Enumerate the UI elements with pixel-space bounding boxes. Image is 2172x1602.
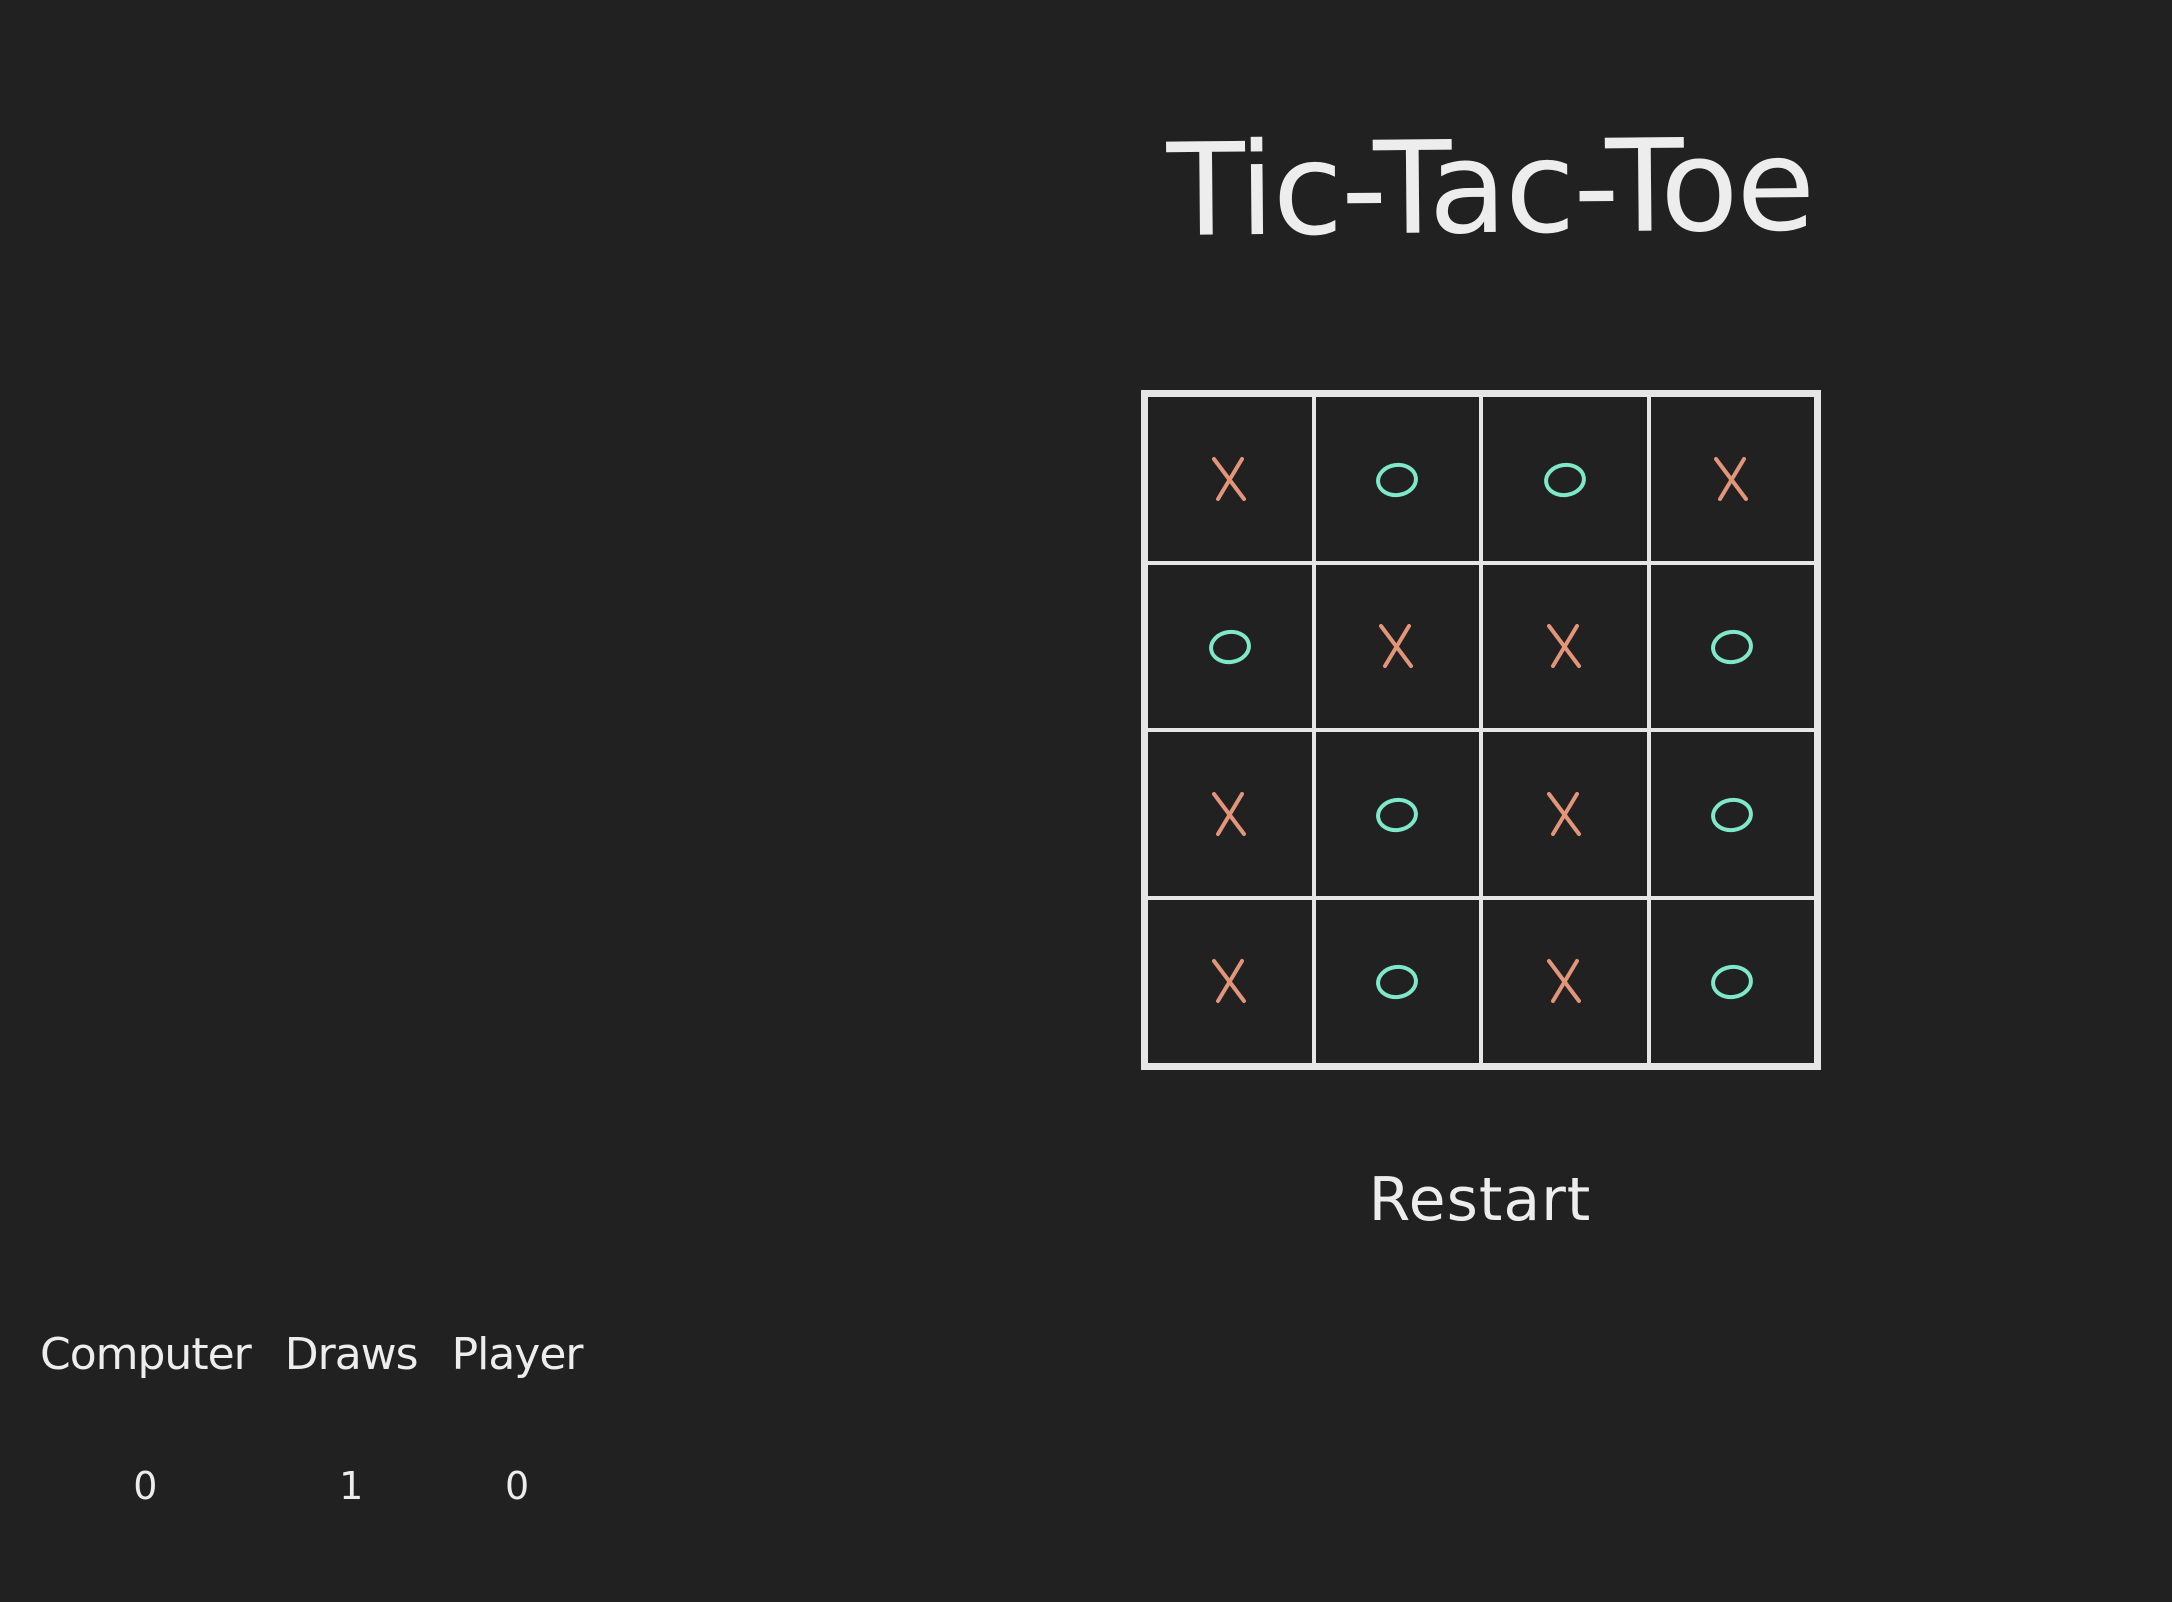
x-mark-icon bbox=[1211, 456, 1246, 501]
o-mark-icon bbox=[1711, 630, 1754, 665]
board-cell-r1-c3[interactable] bbox=[1481, 395, 1649, 563]
x-mark-icon bbox=[1546, 624, 1581, 669]
o-mark-icon bbox=[1376, 462, 1419, 497]
board-cell-r3-c3[interactable] bbox=[1481, 730, 1649, 898]
x-mark-icon bbox=[1714, 456, 1749, 501]
game-title: Tic-Tac-Toe bbox=[1166, 111, 1814, 266]
score-value-draws: 1 bbox=[339, 1464, 364, 1508]
o-mark-icon bbox=[1208, 630, 1251, 665]
board-cell-r4-c4[interactable] bbox=[1648, 897, 1816, 1065]
board-cell-r4-c2[interactable] bbox=[1313, 897, 1481, 1065]
o-mark-icon bbox=[1543, 462, 1586, 497]
restart-button[interactable]: Restart bbox=[1330, 1160, 1630, 1240]
score-computer: Computer 0 bbox=[40, 1325, 252, 1508]
board-cell-r2-c2[interactable] bbox=[1313, 562, 1481, 730]
o-mark-icon bbox=[1711, 797, 1754, 832]
scoreboard: Computer 0 Draws 1 Player 0 bbox=[40, 1325, 583, 1505]
board-cell-r1-c4[interactable] bbox=[1648, 395, 1816, 563]
board-cell-r2-c1[interactable] bbox=[1146, 562, 1314, 730]
game-board bbox=[1141, 390, 1821, 1070]
board-cell-r1-c1[interactable] bbox=[1146, 395, 1314, 563]
score-label-computer: Computer bbox=[40, 1329, 252, 1380]
board-cell-r3-c2[interactable] bbox=[1313, 730, 1481, 898]
o-mark-icon bbox=[1376, 965, 1419, 1000]
board-cell-r3-c1[interactable] bbox=[1146, 730, 1314, 898]
board-cell-r4-c1[interactable] bbox=[1146, 897, 1314, 1065]
board-cell-r1-c2[interactable] bbox=[1313, 395, 1481, 563]
x-mark-icon bbox=[1546, 791, 1581, 836]
x-mark-icon bbox=[1379, 624, 1414, 669]
board-cell-r4-c3[interactable] bbox=[1481, 897, 1649, 1065]
score-value-computer: 0 bbox=[133, 1464, 158, 1508]
board-cell-r2-c4[interactable] bbox=[1648, 562, 1816, 730]
o-mark-icon bbox=[1711, 965, 1754, 1000]
score-label-player: Player bbox=[451, 1329, 584, 1380]
o-mark-icon bbox=[1376, 797, 1419, 832]
score-value-player: 0 bbox=[504, 1464, 530, 1508]
x-mark-icon bbox=[1546, 959, 1581, 1004]
board-cell-r2-c3[interactable] bbox=[1481, 562, 1649, 730]
score-player: Player 0 bbox=[451, 1325, 584, 1508]
score-label-draws: Draws bbox=[284, 1329, 419, 1380]
x-mark-icon bbox=[1211, 959, 1246, 1004]
score-draws: Draws 1 bbox=[284, 1325, 419, 1508]
x-mark-icon bbox=[1211, 791, 1246, 836]
board-cell-r3-c4[interactable] bbox=[1648, 730, 1816, 898]
